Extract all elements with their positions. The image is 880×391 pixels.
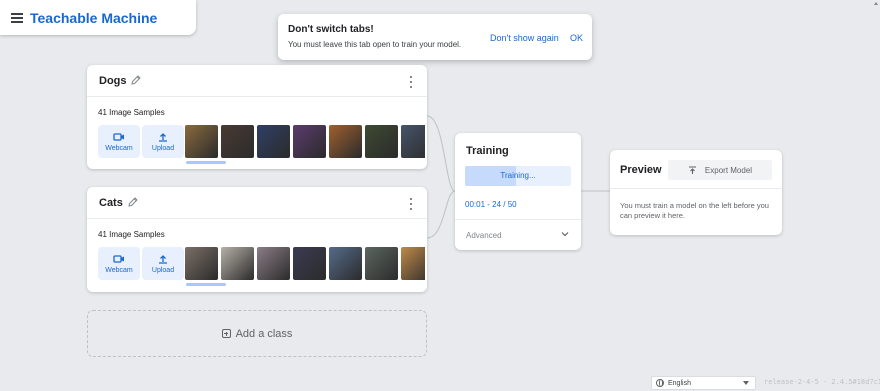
sample-thumbnail[interactable] xyxy=(401,247,425,280)
sample-count: 41 Image Samples xyxy=(98,108,165,117)
webcam-button[interactable]: Webcam xyxy=(98,247,140,280)
ok-button[interactable]: OK xyxy=(570,33,583,43)
more-options-icon[interactable] xyxy=(410,76,413,88)
advanced-toggle[interactable]: Advanced xyxy=(455,219,581,250)
sample-thumbnail[interactable] xyxy=(185,247,218,280)
preview-message: You must train a model on the left befor… xyxy=(620,201,769,220)
advanced-label: Advanced xyxy=(466,231,502,240)
sample-count: 41 Image Samples xyxy=(98,230,165,239)
sample-thumbnails[interactable] xyxy=(185,247,425,281)
class-card-header: Dogs xyxy=(87,65,427,97)
upload-button[interactable]: Upload xyxy=(142,247,184,280)
training-title: Training xyxy=(466,145,509,157)
dropdown-caret-icon xyxy=(743,381,749,385)
edit-pencil-icon[interactable] xyxy=(127,196,139,208)
class-name[interactable]: Dogs xyxy=(99,75,127,87)
sample-thumbnail[interactable] xyxy=(293,247,326,280)
page-scrollbar[interactable] xyxy=(872,0,880,391)
preview-header: Preview Export Model xyxy=(610,150,782,189)
webcam-icon xyxy=(113,254,124,263)
train-model-button[interactable]: Training... xyxy=(465,166,571,186)
train-button-label: Training... xyxy=(500,171,536,180)
sample-thumbnail[interactable] xyxy=(257,125,290,158)
version-label: release-2-4-5 - 2.4.5#18d7c1 xyxy=(764,378,880,386)
webcam-label: Webcam xyxy=(105,266,133,274)
upload-button[interactable]: Upload xyxy=(142,125,184,158)
more-options-icon[interactable] xyxy=(410,198,413,210)
globe-icon xyxy=(656,379,664,387)
add-box-icon xyxy=(221,329,231,338)
connector-dogs xyxy=(426,115,456,192)
preview-title: Preview xyxy=(620,164,662,176)
thumbnail-scrollbar[interactable] xyxy=(186,283,226,286)
add-class-label: Add a class xyxy=(235,327,293,340)
upload-label: Upload xyxy=(151,144,175,152)
toast-title: Don't switch tabs! xyxy=(288,24,374,35)
upload-label: Upload xyxy=(151,266,175,274)
add-class-button[interactable]: Add a class xyxy=(87,310,427,357)
sample-thumbnail[interactable] xyxy=(221,125,254,158)
thumbnail-scrollbar[interactable] xyxy=(186,161,226,164)
training-progress-text: 00:01 - 24 / 50 xyxy=(465,200,517,209)
app-title[interactable]: Teachable Machine xyxy=(30,10,157,26)
app-header: Teachable Machine xyxy=(0,0,196,35)
class-card-dogs: Dogs 41 Image Samples Webcam Upload xyxy=(87,65,427,169)
webcam-button[interactable]: Webcam xyxy=(98,125,140,158)
training-card: Training Training... 00:01 - 24 / 50 Adv… xyxy=(455,133,581,250)
webcam-icon xyxy=(113,132,124,141)
export-model-button[interactable]: Export Model xyxy=(668,160,772,180)
webcam-label: Webcam xyxy=(105,144,133,152)
preview-card: Preview Export Model You must train a mo… xyxy=(610,150,782,235)
connector-cats xyxy=(426,190,456,239)
dont-switch-tabs-toast: Don't switch tabs! You must leave this t… xyxy=(278,14,592,60)
sample-thumbnail[interactable] xyxy=(329,247,362,280)
sample-thumbnail[interactable] xyxy=(293,125,326,158)
export-icon xyxy=(688,165,696,174)
upload-icon xyxy=(159,132,167,142)
edit-pencil-icon[interactable] xyxy=(130,74,142,86)
sample-thumbnail[interactable] xyxy=(185,125,218,158)
sample-thumbnail[interactable] xyxy=(365,247,398,280)
toast-body: You must leave this tab open to train yo… xyxy=(288,40,462,49)
scroll-up-arrow-icon[interactable] xyxy=(874,2,878,5)
language-label: English xyxy=(668,379,691,387)
sample-thumbnail[interactable] xyxy=(401,125,425,158)
chevron-down-icon xyxy=(561,232,569,237)
language-select[interactable]: English xyxy=(651,376,756,390)
class-name[interactable]: Cats xyxy=(99,197,123,209)
menu-icon[interactable] xyxy=(11,12,23,23)
upload-icon xyxy=(159,254,167,264)
export-model-label: Export Model xyxy=(704,165,753,175)
class-card-cats: Cats 41 Image Samples Webcam Upload xyxy=(87,187,427,292)
sample-thumbnail[interactable] xyxy=(221,247,254,280)
dont-show-again-button[interactable]: Don't show again xyxy=(490,33,559,43)
sample-thumbnail[interactable] xyxy=(257,247,290,280)
class-card-header: Cats xyxy=(87,187,427,219)
sample-thumbnail[interactable] xyxy=(365,125,398,158)
sample-thumbnails[interactable] xyxy=(185,125,425,159)
sample-thumbnail[interactable] xyxy=(329,125,362,158)
